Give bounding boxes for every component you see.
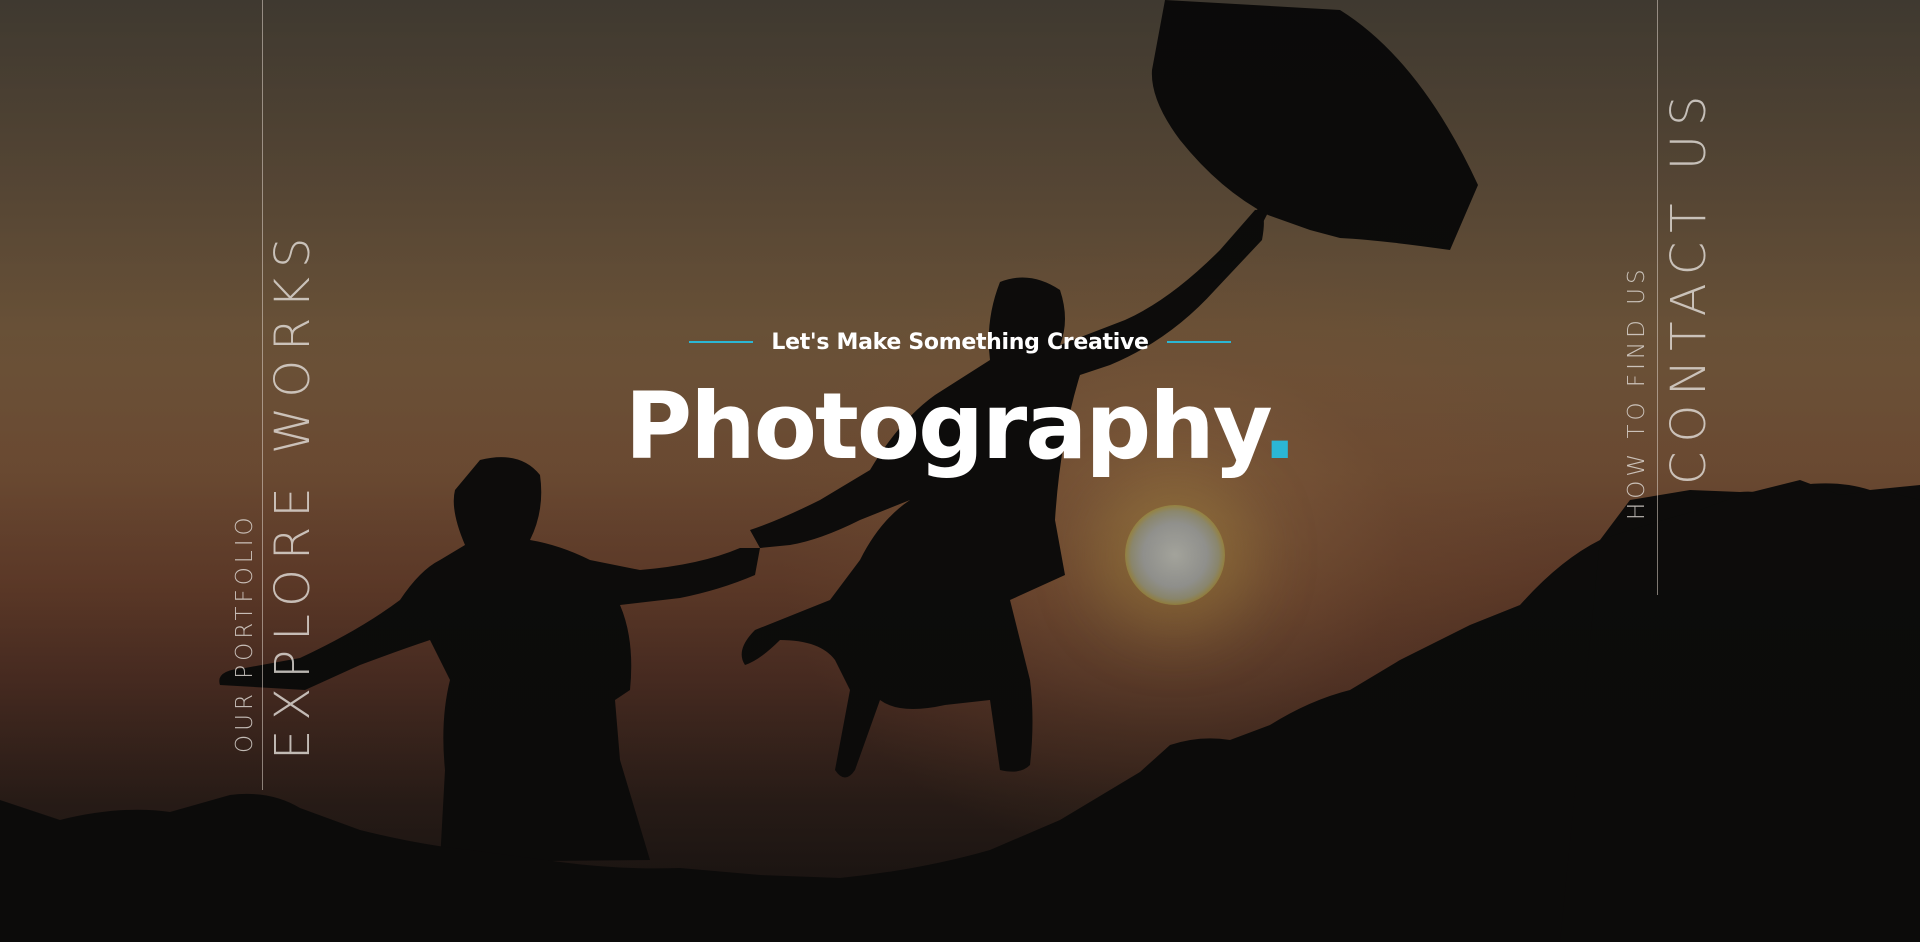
hero-section: OUR PORTFOLIO EXPLORE WORKS HOW TO FIND … [0,0,1920,942]
hero-title: Photography. [0,372,1920,482]
hero-title-text: Photography [624,373,1264,480]
tagline-row: Let's Make Something Creative [0,320,1920,364]
jumping-person-silhouette [741,209,1264,778]
right-divider-line [1657,0,1658,595]
explore-works-link[interactable]: EXPLORE WORKS [265,229,321,760]
portfolio-label: OUR PORTFOLIO [232,513,258,753]
tagline-left-dash [689,341,754,343]
hero-content: Let's Make Something Creative Photograph… [0,320,1920,482]
umbrella-silhouette [1151,0,1478,250]
hero-title-dot: . [1262,373,1297,480]
tagline-right-dash [1166,341,1231,343]
tagline: Let's Make Something Creative [771,329,1149,355]
